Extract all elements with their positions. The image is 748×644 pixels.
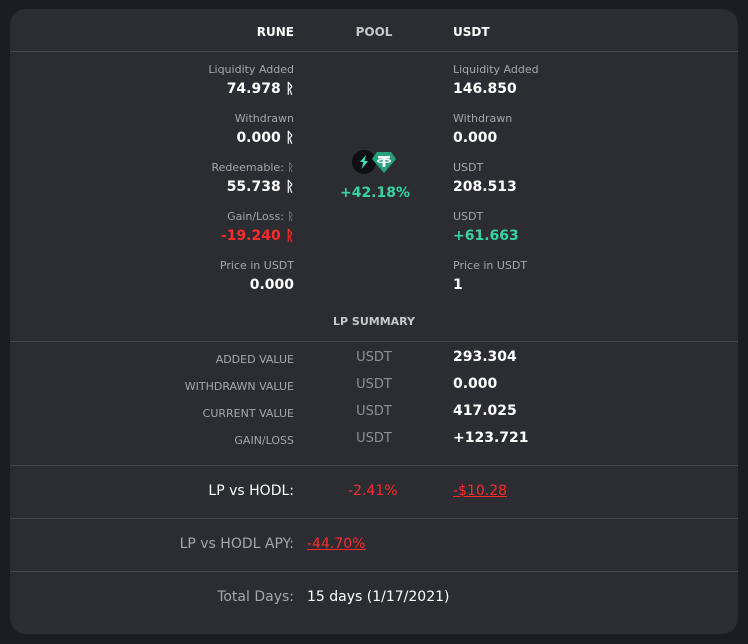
total-days-value: 15 days (1/17/2021): [307, 589, 450, 605]
summary-added-value: 293.304: [453, 349, 517, 365]
usdt-withdrawn-value: 0.000: [453, 130, 498, 146]
rune-redeemable-label: Redeemable: ᚱ: [211, 161, 295, 174]
column-header-pool: POOL: [355, 25, 393, 39]
summary-gainloss-label: GAIN/LOSS: [234, 434, 294, 447]
rune-gainloss-value: -19.240 ᚱ: [220, 228, 294, 244]
summary-added-value-currency: USDT: [356, 350, 392, 365]
tether-icon: [371, 149, 397, 175]
column-header-rune: RUNE: [256, 25, 294, 39]
usdt-liquidity-added-value: 146.850: [453, 81, 517, 97]
summary-added-value-label: ADDED VALUE: [215, 353, 294, 366]
pool-icons: [352, 149, 398, 175]
usdt-liquidity-added-label: Liquidity Added: [453, 63, 539, 76]
total-days-label: Total Days:: [217, 589, 294, 605]
pool-percent-change: +42.18%: [339, 185, 411, 201]
usdt-gainloss-value: +61.663: [453, 228, 519, 244]
lp-summary-card: RUNE POOL USDT Liquidity Added 74.978 ᚱ …: [10, 9, 738, 634]
summary-gainloss-value: +123.721: [453, 430, 529, 446]
rune-price-label: Price in USDT: [219, 259, 294, 272]
rune-gainloss-label: Gain/Loss: ᚱ: [227, 210, 294, 223]
summary-withdrawn-value-label: WITHDRAWN VALUE: [184, 380, 294, 393]
summary-withdrawn-value: 0.000: [453, 376, 498, 392]
summary-current-value: 417.025: [453, 403, 517, 419]
rune-withdrawn-value: 0.000 ᚱ: [236, 130, 294, 146]
days-divider: [10, 571, 738, 572]
lp-vs-hodl-usd: -$10.28: [453, 483, 508, 499]
rune-price-value: 0.000: [249, 277, 294, 293]
summary-withdrawn-value-currency: USDT: [356, 377, 392, 392]
header-divider: [10, 51, 738, 52]
usdt-price-value: 1: [453, 277, 463, 293]
usdt-gainloss-label: USDT: [453, 210, 484, 223]
lp-vs-hodl-percent: -2.41%: [348, 483, 398, 499]
rune-withdrawn-label: Withdrawn: [234, 112, 294, 125]
rune-redeemable-value: 55.738 ᚱ: [226, 179, 294, 195]
lp-vs-hodl-apy-label: LP vs HODL APY:: [179, 536, 294, 552]
rune-liquidity-added-label: Liquidity Added: [208, 63, 294, 76]
summary-gainloss-currency: USDT: [356, 431, 392, 446]
hodl-divider: [10, 465, 738, 466]
lp-summary-title: LP SUMMARY: [333, 315, 415, 328]
usdt-redeemable-value: 208.513: [453, 179, 517, 195]
usdt-withdrawn-label: Withdrawn: [453, 112, 513, 125]
summary-current-value-currency: USDT: [356, 404, 392, 419]
summary-divider: [10, 341, 738, 342]
usdt-redeemable-label: USDT: [453, 161, 484, 174]
usdt-price-label: Price in USDT: [453, 259, 528, 272]
lp-vs-hodl-label: LP vs HODL:: [208, 483, 294, 499]
apy-divider: [10, 518, 738, 519]
summary-current-value-label: CURRENT VALUE: [202, 407, 294, 420]
rune-liquidity-added-value: 74.978 ᚱ: [226, 81, 294, 97]
lp-vs-hodl-apy-value: -44.70%: [307, 536, 366, 552]
column-header-usdt: USDT: [453, 25, 490, 39]
